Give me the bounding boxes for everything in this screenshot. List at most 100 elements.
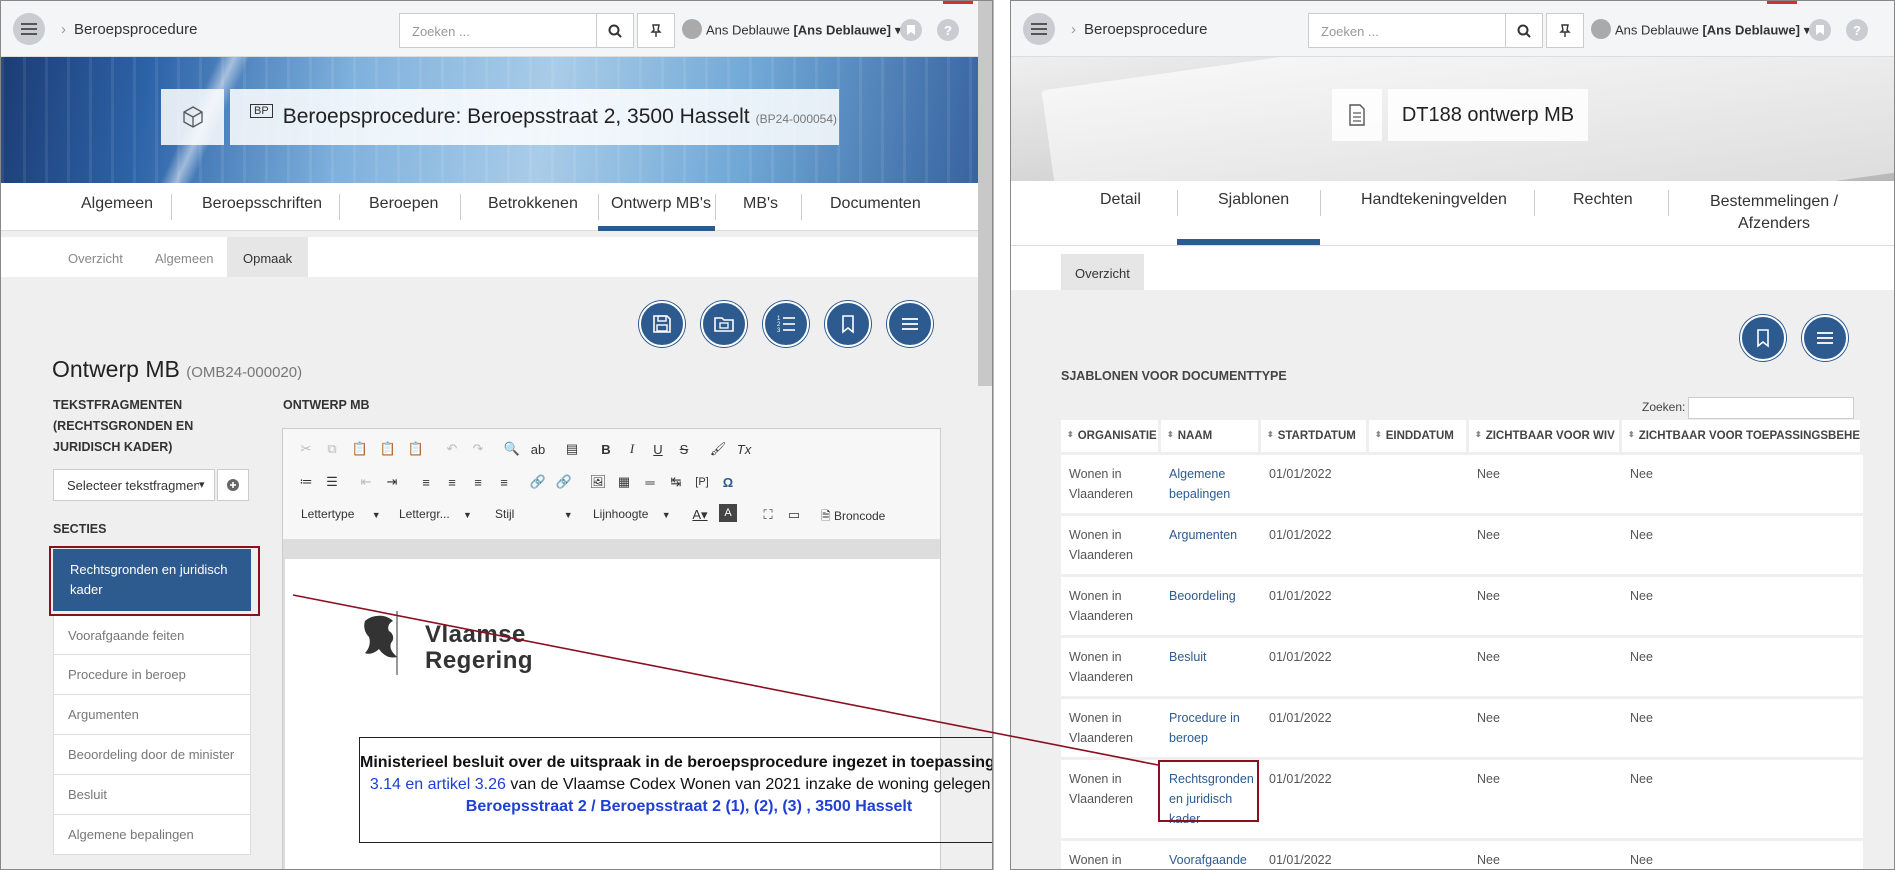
table-icon[interactable]: ▦ bbox=[613, 471, 635, 493]
template-link[interactable]: Voorafgaande feiten bbox=[1169, 853, 1247, 869]
bookmark-action-button[interactable] bbox=[825, 301, 871, 347]
subtab-algemeen[interactable]: Algemeen bbox=[141, 240, 228, 277]
find-icon[interactable]: 🔍 bbox=[501, 438, 523, 460]
template-link[interactable]: Besluit bbox=[1169, 650, 1207, 664]
font-dropdown[interactable]: Lettertype ▼ bbox=[301, 507, 381, 521]
section-item-argumenten[interactable]: Argumenten bbox=[53, 694, 251, 735]
pin-button[interactable] bbox=[637, 13, 675, 48]
tab-betrokkenen[interactable]: Betrokkenen bbox=[488, 195, 578, 213]
indent-icon[interactable]: ⇥ bbox=[381, 471, 403, 493]
column-header[interactable]: ⬍ Startdatum bbox=[1261, 420, 1369, 452]
document-page[interactable]: Vlaamse Regering Ministerieel besluit ov… bbox=[285, 559, 992, 869]
paste-word-icon[interactable]: 📋 bbox=[405, 438, 427, 460]
numbered-list-icon[interactable]: ≔ bbox=[295, 471, 317, 493]
pin-button[interactable] bbox=[1546, 13, 1584, 48]
column-header[interactable]: ⬍ Naam bbox=[1161, 420, 1261, 452]
page-break-icon[interactable]: ↹ bbox=[665, 471, 687, 493]
tab-algemeen[interactable]: Algemeen bbox=[81, 195, 153, 213]
breadcrumb-label[interactable]: Beroepsprocedure bbox=[1084, 21, 1207, 38]
copy-format-icon[interactable]: 🖌 bbox=[707, 438, 729, 460]
breadcrumb[interactable]: › Beroepsprocedure bbox=[1071, 21, 1207, 38]
align-right-icon[interactable]: ≡ bbox=[467, 471, 489, 493]
undo-icon[interactable]: ↶ bbox=[441, 438, 463, 460]
bg-color-icon[interactable]: A bbox=[719, 504, 737, 522]
column-header[interactable]: ⬍ Organisatie bbox=[1061, 420, 1161, 452]
outdent-icon[interactable]: ⇤ bbox=[355, 471, 377, 493]
bookmark-button[interactable] bbox=[1809, 19, 1831, 41]
lineheight-dropdown[interactable]: Lijnhoogte ▼ bbox=[593, 507, 671, 521]
select-all-icon[interactable]: ▤ bbox=[561, 438, 583, 460]
more-menu-button[interactable] bbox=[887, 301, 933, 347]
more-menu-button[interactable] bbox=[1802, 315, 1848, 361]
help-button[interactable]: ? bbox=[937, 19, 959, 41]
special-char-icon[interactable]: Ω bbox=[717, 471, 739, 493]
template-link[interactable]: Beoordeling bbox=[1169, 589, 1236, 603]
redo-icon[interactable]: ↷ bbox=[467, 438, 489, 460]
list-button[interactable]: 123 bbox=[763, 301, 809, 347]
column-header[interactable]: ⬍ Zichtbaar voor WIV bbox=[1469, 420, 1622, 452]
tab-handtekeningvelden[interactable]: Handtekeningvelden bbox=[1361, 191, 1507, 209]
scrollbar[interactable] bbox=[978, 1, 992, 386]
tab-ontwerp-mbs[interactable]: Ontwerp MB's bbox=[611, 195, 711, 213]
fragment-select[interactable]: Selecteer tekstfragment bbox=[53, 469, 215, 501]
menu-button[interactable] bbox=[1023, 13, 1055, 45]
template-link[interactable]: Argumenten bbox=[1169, 528, 1237, 542]
paste-icon[interactable]: 📋 bbox=[349, 438, 371, 460]
bookmark-button[interactable] bbox=[900, 19, 922, 41]
image-icon[interactable]: 🖼 bbox=[587, 471, 609, 493]
search-button[interactable] bbox=[1505, 13, 1543, 48]
placeholder-icon[interactable]: [P] bbox=[691, 471, 713, 493]
table-search-input[interactable] bbox=[1688, 397, 1855, 419]
search-input[interactable]: Zoeken ... bbox=[1308, 13, 1506, 48]
tab-sjablonen[interactable]: Sjablonen bbox=[1218, 191, 1289, 209]
bullet-list-icon[interactable]: ☰ bbox=[321, 471, 343, 493]
show-blocks-icon[interactable]: ▭ bbox=[783, 504, 805, 526]
user-menu[interactable]: Ans Deblauwe [Ans Deblauwe] ▾ bbox=[1591, 19, 1810, 41]
italic-icon[interactable]: I bbox=[621, 438, 643, 460]
section-item-voorafgaande-feiten[interactable]: Voorafgaande feiten bbox=[53, 615, 251, 655]
section-item-besluit[interactable]: Besluit bbox=[53, 774, 251, 815]
replace-icon[interactable]: ab bbox=[527, 438, 549, 460]
source-button[interactable]: 🗎 Broncode bbox=[821, 507, 885, 528]
subtab-opmaak[interactable]: Opmaak bbox=[227, 237, 309, 277]
size-dropdown[interactable]: Lettergr... ▼ bbox=[399, 507, 472, 521]
style-dropdown[interactable]: Stijl ▼ bbox=[495, 507, 573, 521]
subtab-overzicht[interactable]: Overzicht bbox=[1061, 254, 1144, 290]
tab-rechten[interactable]: Rechten bbox=[1573, 191, 1633, 209]
search-button[interactable] bbox=[596, 13, 634, 48]
breadcrumb-label[interactable]: Beroepsprocedure bbox=[74, 21, 197, 38]
justify-icon[interactable]: ≡ bbox=[493, 471, 515, 493]
bold-icon[interactable]: B bbox=[595, 438, 617, 460]
paste-text-icon[interactable]: 📋 bbox=[377, 438, 399, 460]
tab-mbs[interactable]: MB's bbox=[743, 195, 778, 213]
breadcrumb[interactable]: › Beroepsprocedure bbox=[61, 21, 197, 38]
tab-beroepsschriften[interactable]: Beroepsschriften bbox=[202, 195, 322, 213]
add-fragment-button[interactable] bbox=[217, 469, 249, 501]
menu-button[interactable] bbox=[13, 13, 45, 45]
remove-format-icon[interactable]: Tx bbox=[733, 438, 755, 460]
tab-bestemmelingen[interactable]: Bestemmelingen / Afzenders bbox=[1695, 191, 1853, 235]
bookmark-action-button[interactable] bbox=[1740, 315, 1786, 361]
search-input[interactable]: Zoeken ... bbox=[399, 13, 597, 48]
link-icon[interactable]: 🔗 bbox=[527, 471, 549, 493]
cut-icon[interactable]: ✂ bbox=[295, 438, 317, 460]
section-item-beoordeling[interactable]: Beoordeling door de minister bbox=[53, 734, 251, 775]
folder-button[interactable] bbox=[701, 301, 747, 347]
maximize-icon[interactable]: ⛶ bbox=[757, 504, 779, 526]
section-item-procedure-in-beroep[interactable]: Procedure in beroep bbox=[53, 654, 251, 695]
tab-beroepen[interactable]: Beroepen bbox=[369, 195, 438, 213]
align-center-icon[interactable]: ≡ bbox=[441, 471, 463, 493]
user-menu[interactable]: Ans Deblauwe [Ans Deblauwe] ▾ bbox=[682, 19, 901, 41]
unlink-icon[interactable]: 🔗 bbox=[553, 471, 575, 493]
column-header[interactable]: ⬍ Einddatum bbox=[1369, 420, 1469, 452]
align-left-icon[interactable]: ≡ bbox=[415, 471, 437, 493]
tab-detail[interactable]: Detail bbox=[1100, 191, 1141, 209]
help-button[interactable]: ? bbox=[1846, 19, 1868, 41]
column-header[interactable]: ⬍Zichtbaar voor toepassingsbeheerder bbox=[1622, 420, 1863, 452]
horizontal-line-icon[interactable]: ═ bbox=[639, 471, 661, 493]
template-link[interactable]: Procedure in beroep bbox=[1169, 711, 1240, 745]
strike-icon[interactable]: S bbox=[673, 438, 695, 460]
save-button[interactable] bbox=[639, 301, 685, 347]
copy-icon[interactable]: ⧉ bbox=[321, 438, 343, 460]
tab-documenten[interactable]: Documenten bbox=[830, 195, 921, 213]
